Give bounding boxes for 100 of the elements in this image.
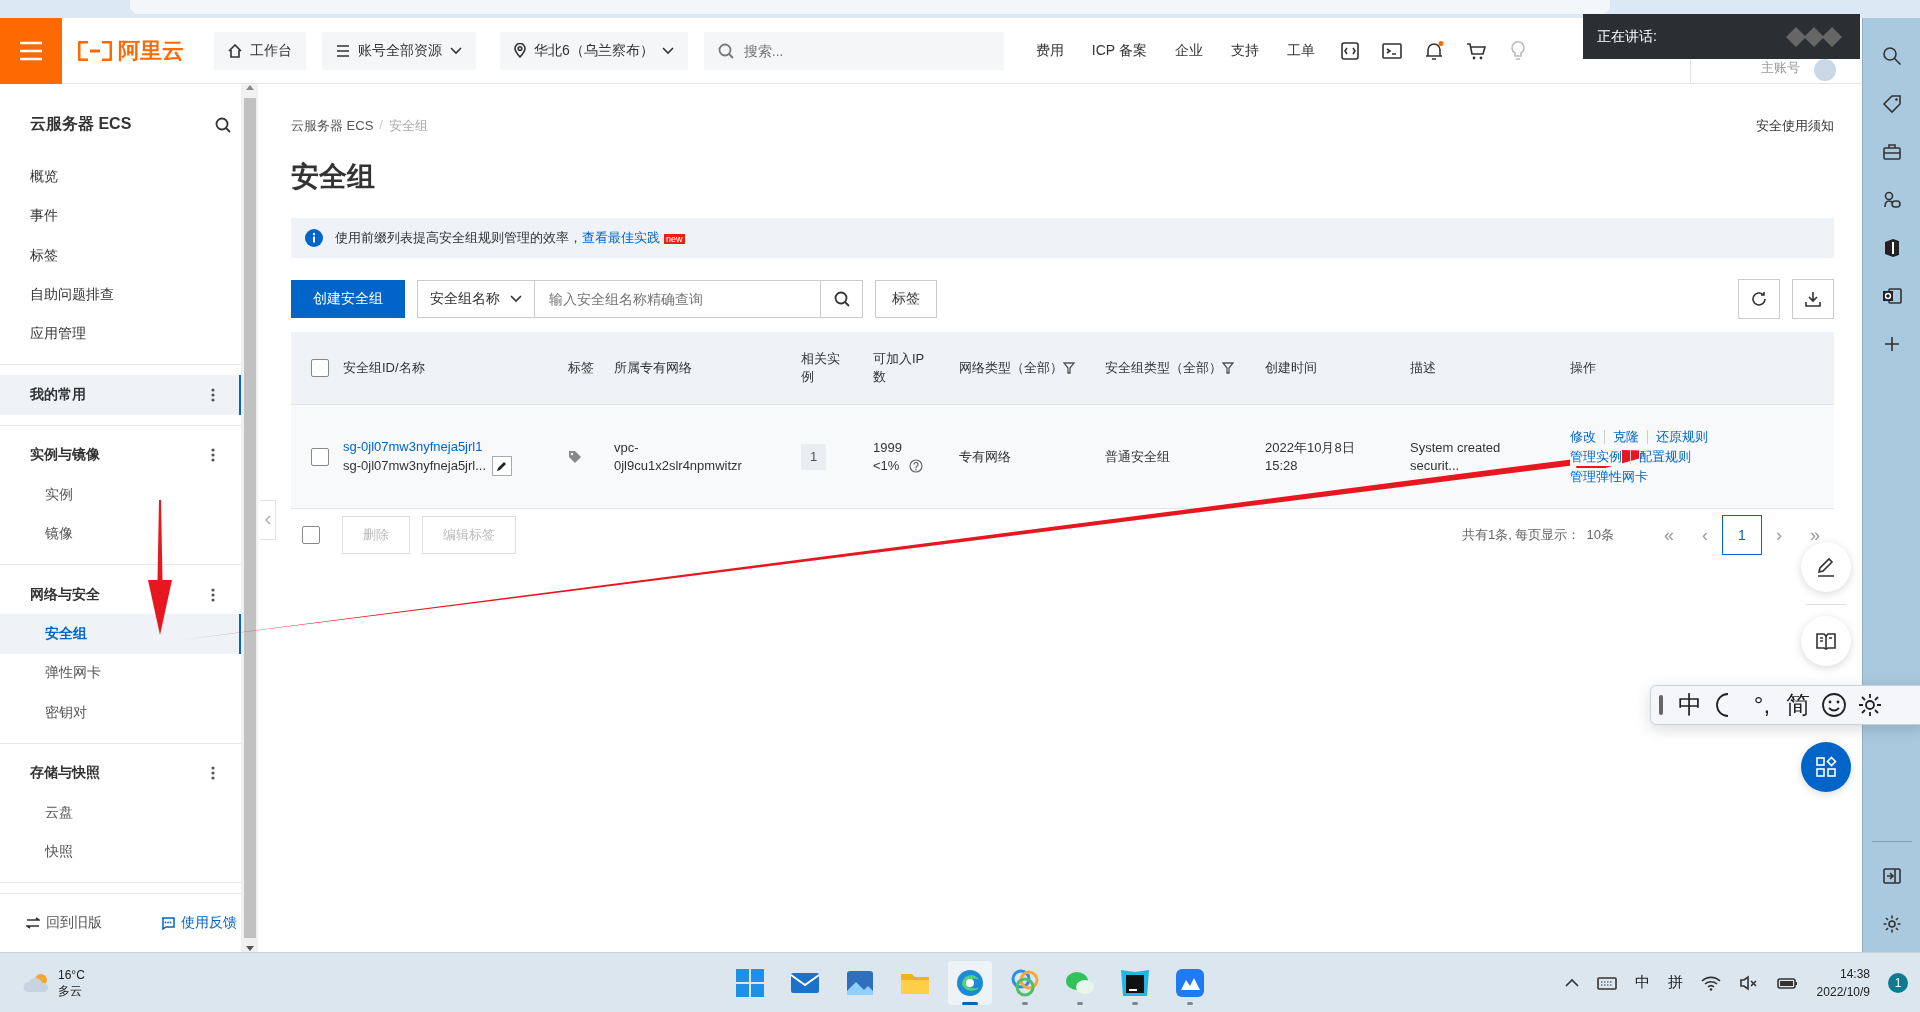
search-icon[interactable] — [1881, 46, 1902, 66]
action-link[interactable]: 管理实例 — [1570, 447, 1622, 466]
edit-button[interactable] — [492, 455, 513, 476]
page-size-selector[interactable]: 10条 — [1586, 526, 1614, 544]
group-id-link[interactable]: sg-0jl07mw3nyfneja5jrl1 — [343, 437, 546, 456]
apps-button[interactable] — [1801, 742, 1851, 792]
more-icon[interactable] — [211, 448, 215, 463]
sidebar-item[interactable]: 弹性网卡 — [0, 653, 241, 694]
menu-button[interactable] — [0, 17, 62, 84]
breadcrumb-item[interactable]: 云服务器 ECS — [291, 117, 374, 135]
filter-icon[interactable] — [1063, 362, 1075, 374]
game-controller-icon[interactable] — [1881, 190, 1902, 210]
sidebar-item[interactable]: 自助问题排查 — [0, 275, 241, 315]
ime-button[interactable]: 中 — [1677, 689, 1703, 721]
pencil-button[interactable] — [1801, 542, 1851, 592]
cart-icon[interactable] — [1465, 40, 1486, 61]
sidebar-item[interactable]: 应用管理 — [0, 314, 241, 355]
help-link[interactable]: 安全使用须知 — [1756, 117, 1834, 135]
terminal-icon[interactable] — [1381, 40, 1402, 61]
sidebar-item[interactable]: 快照 — [0, 832, 241, 872]
download-button[interactable] — [1792, 279, 1834, 319]
tag-icon[interactable] — [1881, 94, 1902, 114]
feedback-link[interactable]: 使用反馈 — [161, 914, 237, 932]
caret-icon — [661, 46, 674, 55]
notice-text: 使用前缀列表提高安全组规则管理的效率， — [335, 230, 582, 245]
ime-name[interactable]: 拼 — [1667, 973, 1683, 992]
tag-icon[interactable] — [568, 449, 582, 464]
workbench-button[interactable]: 工作台 — [214, 31, 306, 70]
help-icon[interactable] — [909, 458, 924, 473]
scrollbar[interactable] — [242, 84, 258, 952]
sidebar-item[interactable]: 标签 — [0, 235, 241, 276]
ime-button[interactable]: 简 — [1785, 689, 1811, 721]
battery-icon[interactable] — [1776, 975, 1799, 990]
sidebar-item[interactable]: 密钥对 — [0, 693, 241, 733]
location-pin-icon — [514, 43, 526, 58]
tag-button[interactable]: 标签 — [875, 280, 937, 318]
chevron-up-icon[interactable] — [1564, 978, 1579, 987]
search-field[interactable]: 搜索... — [703, 31, 1004, 70]
action-link[interactable]: 修改 — [1570, 427, 1596, 446]
sidebar-toggle-icon[interactable] — [1881, 866, 1902, 886]
wifi-icon[interactable] — [1700, 974, 1721, 991]
filter-dropdown[interactable]: 安全组名称 — [417, 280, 535, 318]
briefcase-icon[interactable] — [1881, 142, 1902, 162]
resources-dropdown[interactable]: 账号全部资源 — [322, 31, 476, 70]
settings-icon[interactable] — [1881, 914, 1902, 934]
action-link[interactable]: 配置规则 — [1639, 447, 1691, 466]
smiley-icon[interactable] — [1821, 692, 1847, 718]
download-icon — [1805, 291, 1821, 307]
action-link[interactable]: 管理弹性网卡 — [1570, 467, 1648, 486]
bell-icon[interactable] — [1423, 40, 1444, 61]
best-practice-link[interactable]: 查看最佳实践 — [582, 230, 660, 245]
filter-icon[interactable] — [1222, 362, 1234, 374]
action-link[interactable]: 还原规则 — [1656, 427, 1708, 446]
refresh-icon — [1751, 291, 1767, 307]
ime-mode[interactable]: 中 — [1634, 973, 1650, 992]
header-link[interactable]: ICP 备案 — [1091, 41, 1147, 60]
action-link[interactable]: 克隆 — [1613, 427, 1639, 446]
more-icon[interactable] — [211, 766, 215, 781]
header-link[interactable]: 企业 — [1174, 41, 1203, 60]
more-icon[interactable] — [211, 587, 215, 602]
sidebar-item[interactable]: 镜像 — [0, 514, 241, 554]
column-header: 相关实例 — [801, 332, 873, 404]
more-icon[interactable] — [211, 387, 215, 402]
sidebar-item[interactable]: 事件 — [0, 196, 241, 236]
page-button[interactable]: 1 — [1722, 515, 1762, 555]
breadcrumb-item: 安全组 — [388, 117, 428, 135]
header-link[interactable]: 支持 — [1230, 41, 1259, 60]
code-icon[interactable] — [1339, 40, 1360, 61]
book-button[interactable] — [1801, 616, 1851, 666]
refresh-button[interactable] — [1738, 279, 1780, 319]
region-dropdown[interactable]: 华北6（乌兰察布） — [500, 31, 688, 70]
sidebar-item[interactable]: 实例 — [0, 475, 241, 515]
sidebar-group[interactable]: 存储与快照 — [0, 753, 241, 794]
create-button[interactable]: 创建安全组 — [291, 280, 405, 318]
search-field[interactable]: 输入安全组名称精确查询 — [535, 280, 821, 318]
checkbox[interactable] — [311, 447, 329, 466]
avatar[interactable] — [1814, 58, 1836, 81]
header-link[interactable]: 工单 — [1286, 41, 1315, 60]
sidebar-item[interactable]: 云盘 — [0, 793, 241, 833]
created-time: 2022年10月8日 15:28 — [1265, 438, 1356, 475]
instance-count[interactable]: 1 — [801, 443, 827, 470]
search-button[interactable] — [821, 280, 863, 318]
checkbox[interactable] — [311, 359, 329, 377]
sidebar-item[interactable]: 安全组 — [0, 614, 241, 654]
sidebar-group[interactable]: 网络与安全 — [0, 574, 241, 615]
settings-icon[interactable] — [1857, 692, 1883, 718]
mail-icon[interactable] — [1881, 286, 1902, 306]
info-icon — [305, 229, 323, 247]
sidebar-item[interactable]: 概览 — [0, 157, 241, 197]
notification-badge[interactable]: 1 — [1888, 972, 1908, 993]
keyboard-icon[interactable] — [1596, 975, 1617, 990]
header-link[interactable]: 费用 — [1035, 41, 1064, 60]
checkbox[interactable] — [302, 526, 320, 544]
list-icon — [336, 43, 350, 58]
sidebar-group[interactable]: 我的常用 — [0, 375, 241, 415]
speaker-muted-icon[interactable] — [1738, 974, 1759, 991]
collapse-handle[interactable] — [260, 500, 276, 540]
sidebar-group[interactable]: 实例与镜像 — [0, 435, 241, 476]
back-link[interactable]: 回到旧版 — [26, 914, 102, 932]
ime-button[interactable]: °, — [1749, 691, 1775, 719]
